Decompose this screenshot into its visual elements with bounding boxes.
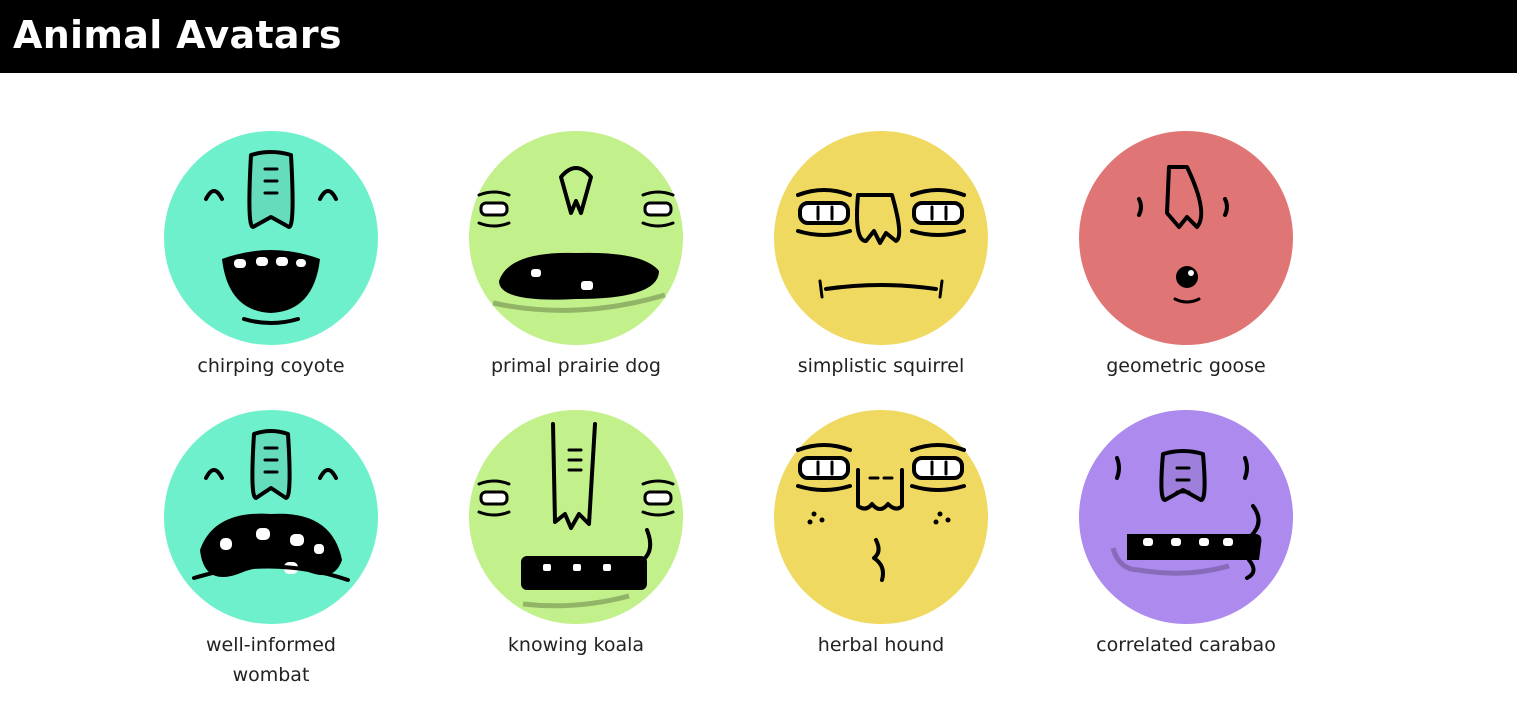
avatar-image[interactable] — [774, 410, 988, 624]
avatar-card[interactable]: well-informed wombat — [156, 410, 386, 690]
avatar-caption: well-informed wombat — [205, 634, 336, 686]
avatar-card[interactable]: herbal hound — [766, 410, 996, 660]
avatar-image[interactable] — [469, 410, 683, 624]
avatar-card[interactable]: chirping coyote — [156, 131, 386, 381]
avatar-caption: correlated carabao — [1096, 634, 1276, 656]
avatar-card[interactable]: knowing koala — [461, 410, 691, 660]
avatar-card[interactable]: simplistic squirrel — [766, 131, 996, 381]
avatar-caption: primal prairie dog — [491, 355, 661, 377]
avatar-circle — [774, 410, 988, 624]
avatar-image[interactable] — [1079, 410, 1293, 624]
avatar-grid: chirping coyote primal prairie dog simpl… — [0, 0, 1517, 710]
avatar-image[interactable] — [1079, 131, 1293, 345]
avatar-card[interactable]: geometric goose — [1071, 131, 1301, 381]
avatar-circle — [1079, 410, 1293, 624]
avatar-caption: geometric goose — [1106, 355, 1266, 377]
avatar-caption: chirping coyote — [197, 355, 345, 377]
avatar-caption: knowing koala — [507, 634, 645, 656]
avatar-card[interactable]: correlated carabao — [1071, 410, 1301, 660]
avatar-circle — [1079, 131, 1293, 345]
avatar-circle — [469, 131, 683, 345]
avatar-image[interactable] — [164, 410, 378, 624]
avatar-caption: herbal hound — [817, 634, 945, 656]
avatar-card[interactable]: primal prairie dog — [461, 131, 691, 381]
avatar-image[interactable] — [469, 131, 683, 345]
avatar-image[interactable] — [774, 131, 988, 345]
avatar-caption: simplistic squirrel — [797, 355, 965, 377]
avatar-image[interactable] — [164, 131, 378, 345]
